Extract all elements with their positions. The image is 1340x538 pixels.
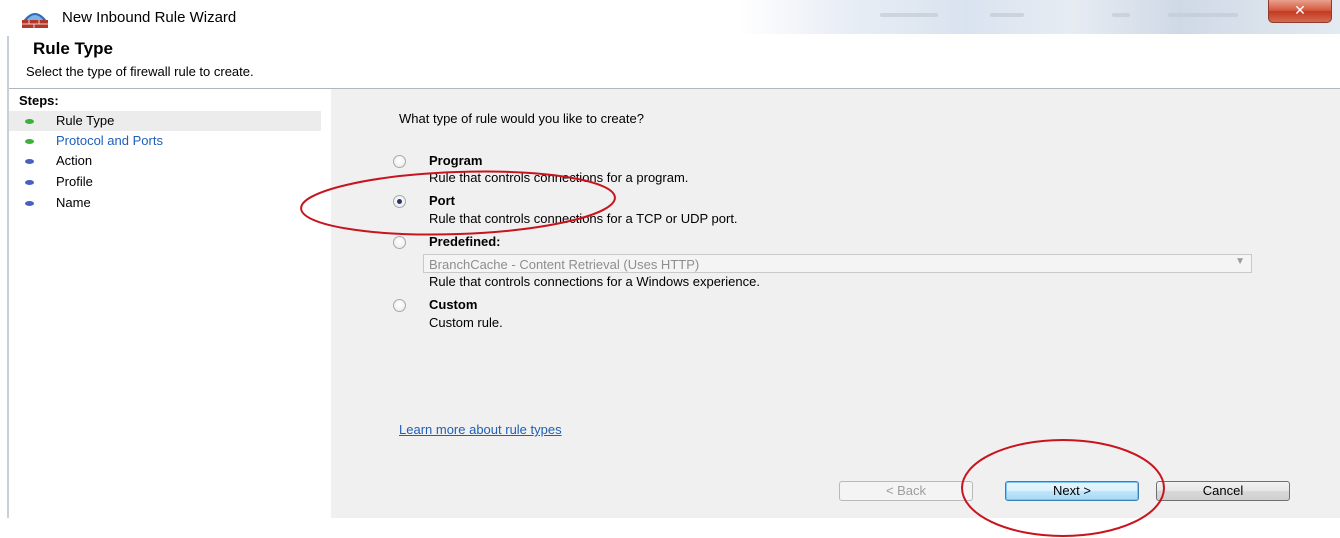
step-label: Rule Type (56, 113, 115, 128)
step-rule-type[interactable]: Rule Type (9, 111, 321, 131)
blurred-title-text (880, 13, 938, 17)
blurred-title-text (1168, 13, 1238, 17)
port-radio[interactable] (393, 195, 406, 208)
page-title: Rule Type (33, 39, 113, 58)
firewall-wizard-icon (22, 13, 48, 28)
program-option-description: Rule that controls connections for a pro… (429, 170, 689, 185)
custom-radio[interactable] (393, 299, 406, 312)
cancel-button[interactable]: Cancel (1156, 481, 1290, 501)
main-pane: What type of rule would you like to crea… (331, 89, 1340, 518)
program-radio[interactable] (393, 155, 406, 168)
page-subtitle: Select the type of firewall rule to crea… (26, 64, 254, 79)
step-bullet-icon (25, 139, 34, 144)
step-label: Profile (56, 174, 93, 189)
learn-more-link[interactable]: Learn more about rule types (399, 422, 562, 437)
next-button[interactable]: Next > (1005, 481, 1139, 501)
step-label: Action (56, 153, 93, 168)
title-bar[interactable]: New Inbound Rule Wizard ✕ (0, 0, 1340, 34)
predefined-option-description: Rule that controls connections for a Win… (429, 274, 760, 289)
wizard-window: New Inbound Rule Wizard ✕ Rule Type Sele… (0, 0, 1340, 518)
predefined-radio[interactable] (393, 236, 406, 249)
step-action: Action (9, 151, 321, 171)
close-icon: ✕ (1294, 2, 1306, 18)
custom-option-description: Custom rule. (429, 315, 503, 330)
window-title: New Inbound Rule Wizard (62, 9, 237, 26)
step-profile: Profile (9, 172, 321, 192)
step-name: Name (9, 193, 321, 213)
close-button[interactable]: ✕ (1268, 0, 1332, 23)
chevron-down-icon: ▼ (1235, 256, 1245, 267)
blurred-title-text (1112, 13, 1130, 17)
program-option-label[interactable]: Program (429, 153, 482, 168)
steps-pane: Steps: Rule Type Protocol and Ports Acti… (9, 89, 329, 518)
steps-heading: Steps: (19, 93, 59, 108)
predefined-rule-select[interactable]: BranchCache - Content Retrieval (Uses HT… (423, 254, 1252, 273)
step-label: Name (56, 195, 91, 210)
step-bullet-icon (25, 119, 34, 124)
rule-type-question: What type of rule would you like to crea… (399, 111, 644, 126)
port-option-label[interactable]: Port (429, 193, 455, 208)
blurred-title-text (990, 13, 1024, 17)
port-option-description: Rule that controls connections for a TCP… (429, 211, 738, 226)
predefined-rule-value: BranchCache - Content Retrieval (Uses HT… (429, 257, 700, 272)
step-label: Protocol and Ports (56, 133, 163, 148)
step-protocol-and-ports[interactable]: Protocol and Ports (9, 131, 321, 151)
custom-option-label[interactable]: Custom (429, 297, 477, 312)
step-bullet-icon (25, 180, 34, 185)
predefined-option-label[interactable]: Predefined: (429, 234, 501, 249)
step-bullet-icon (25, 201, 34, 206)
back-button[interactable]: < Back (839, 481, 973, 501)
step-bullet-icon (25, 159, 34, 164)
